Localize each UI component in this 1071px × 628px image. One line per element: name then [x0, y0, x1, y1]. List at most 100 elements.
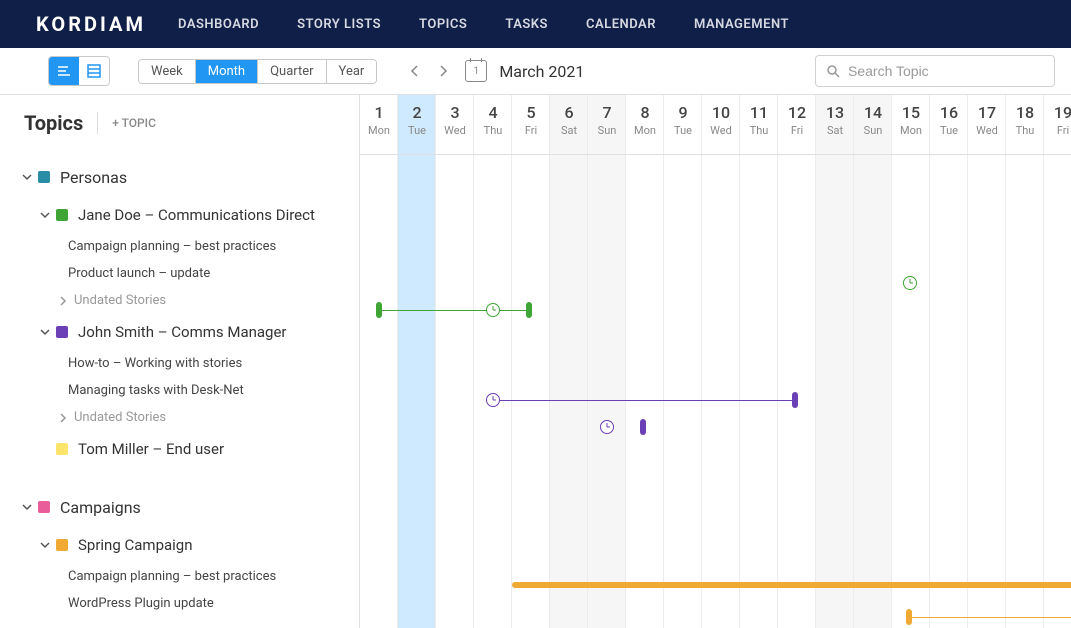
chevron-left-icon	[410, 65, 420, 77]
day-header-cell[interactable]: 13Sat	[816, 95, 854, 154]
range-month[interactable]: Month	[196, 60, 258, 83]
nav-story-lists[interactable]: STORY LISTS	[297, 17, 381, 32]
clock-icon[interactable]	[903, 276, 917, 290]
story-row[interactable]: How-to – Working with stories	[0, 350, 359, 377]
day-header-cell[interactable]: 14Sun	[854, 95, 892, 154]
topic-group-personas[interactable]: Personas	[0, 157, 359, 197]
campaign-bar[interactable]	[512, 582, 1071, 588]
list-icon	[86, 63, 102, 79]
story-row[interactable]: Campaign planning – best practices	[0, 563, 359, 590]
bar-end[interactable]	[526, 302, 532, 318]
day-header-cell[interactable]: 2Tue	[398, 95, 436, 154]
chevron-down-icon[interactable]	[38, 540, 52, 550]
topic-label: Jane Doe – Communications Direct	[78, 206, 315, 224]
today-button[interactable]: 1	[465, 60, 487, 82]
view-timeline-button[interactable]	[49, 57, 79, 85]
sidebar: Topics + TOPIC Personas	[0, 95, 360, 628]
lane-jane-story-2	[360, 296, 1071, 323]
undated-stories[interactable]: Undated Stories	[0, 287, 359, 314]
date-nav: 1 March 2021	[401, 57, 584, 85]
add-topic-button[interactable]: + TOPIC	[112, 116, 156, 130]
search-input[interactable]	[846, 62, 1044, 80]
story-row[interactable]: Managing tasks with Desk-Net	[0, 377, 359, 404]
prev-button[interactable]	[401, 57, 429, 85]
range-year[interactable]: Year	[327, 60, 377, 83]
day-header-cell[interactable]: 3Wed	[436, 95, 474, 154]
chevron-down-icon[interactable]	[20, 502, 34, 512]
main: Topics + TOPIC Personas	[0, 95, 1071, 628]
nav-management[interactable]: MANAGEMENT	[694, 17, 789, 32]
undated-label: Undated Stories	[74, 293, 166, 308]
nav-dashboard[interactable]: DASHBOARD	[178, 17, 259, 32]
topic-group-campaigns[interactable]: Campaigns	[0, 487, 359, 527]
clock-icon[interactable]	[486, 303, 500, 317]
story-label: Campaign planning – best practices	[68, 239, 276, 254]
lane-john-story-2	[360, 413, 1071, 440]
search-icon	[826, 64, 840, 78]
day-header-cell[interactable]: 18Thu	[1006, 95, 1044, 154]
lane-jane-story-1	[360, 269, 1071, 296]
nav-calendar[interactable]: CALENDAR	[586, 17, 656, 32]
bar-line[interactable]	[500, 400, 794, 401]
day-header-cell[interactable]: 17Wed	[968, 95, 1006, 154]
bar-end[interactable]	[792, 392, 798, 408]
lane-spacer	[360, 503, 1071, 527]
chevron-right-icon[interactable]	[56, 296, 70, 306]
timeline-icon	[56, 63, 72, 79]
timeline-canvas	[360, 155, 1071, 628]
topic-label: Tom Miller – End user	[78, 440, 224, 458]
day-header-cell[interactable]: 19Fri	[1044, 95, 1071, 154]
topic-jane-doe[interactable]: Jane Doe – Communications Direct	[0, 197, 359, 233]
chevron-down-icon[interactable]	[38, 210, 52, 220]
nav-topics[interactable]: TOPICS	[419, 17, 467, 32]
color-swatch	[56, 443, 68, 455]
chevron-right-icon[interactable]	[56, 413, 70, 423]
topic-tom-miller[interactable]: Tom Miller – End user	[0, 431, 359, 467]
undated-stories[interactable]: Undated Stories	[0, 404, 359, 431]
range-toggle: Week Month Quarter Year	[138, 59, 377, 84]
view-list-button[interactable]	[79, 57, 109, 85]
bar-end[interactable]	[640, 419, 646, 435]
day-header-cell[interactable]: 7Sun	[588, 95, 626, 154]
day-header-cell[interactable]: 12Fri	[778, 95, 816, 154]
lane-john-story-1	[360, 386, 1071, 413]
day-header-cell[interactable]: 5Fri	[512, 95, 550, 154]
story-row[interactable]: Product launch – update	[0, 260, 359, 287]
next-button[interactable]	[429, 57, 457, 85]
topic-spring-campaign[interactable]: Spring Campaign	[0, 527, 359, 563]
chevron-down-icon[interactable]	[38, 327, 52, 337]
lane-tom-miller	[360, 467, 1071, 503]
logo: KORDIAM	[36, 12, 146, 36]
day-header-cell[interactable]: 6Sat	[550, 95, 588, 154]
clock-icon[interactable]	[600, 420, 614, 434]
topic-john-smith[interactable]: John Smith – Comms Manager	[0, 314, 359, 350]
topic-label: Spring Campaign	[78, 536, 193, 554]
day-header-cell[interactable]: 10Wed	[702, 95, 740, 154]
topic-label: John Smith – Comms Manager	[78, 323, 287, 341]
bar-line[interactable]	[912, 617, 1071, 618]
day-header-cell[interactable]: 9Tue	[664, 95, 702, 154]
color-swatch	[56, 209, 68, 221]
clock-icon[interactable]	[486, 393, 500, 407]
lane-jane-undated	[360, 323, 1071, 350]
range-week[interactable]: Week	[139, 60, 196, 83]
day-header-cell[interactable]: 1Mon	[360, 95, 398, 154]
story-label: How-to – Working with stories	[68, 356, 242, 371]
day-header-cell[interactable]: 8Mon	[626, 95, 664, 154]
range-quarter[interactable]: Quarter	[258, 60, 326, 83]
timeline[interactable]: 1Mon2Tue3Wed4Thu5Fri6Sat7Sun8Mon9Tue10We…	[360, 95, 1071, 628]
story-label: Campaign planning – best practices	[68, 569, 276, 584]
top-nav: KORDIAM DASHBOARD STORY LISTS TOPICS TAS…	[0, 0, 1071, 48]
lane-spring-story-1	[360, 603, 1071, 628]
day-header-cell[interactable]: 4Thu	[474, 95, 512, 154]
day-header-cell[interactable]: 11Thu	[740, 95, 778, 154]
chevron-down-icon[interactable]	[20, 172, 34, 182]
day-header-cell[interactable]: 15Mon	[892, 95, 930, 154]
search-box[interactable]	[815, 55, 1055, 87]
day-header-cell[interactable]: 16Tue	[930, 95, 968, 154]
bar-line[interactable]	[382, 310, 526, 311]
nav-tasks[interactable]: TASKS	[505, 17, 548, 32]
story-row[interactable]: WordPress Plugin update	[0, 590, 359, 617]
story-row[interactable]: Campaign planning – best practices	[0, 233, 359, 260]
color-swatch	[56, 539, 68, 551]
